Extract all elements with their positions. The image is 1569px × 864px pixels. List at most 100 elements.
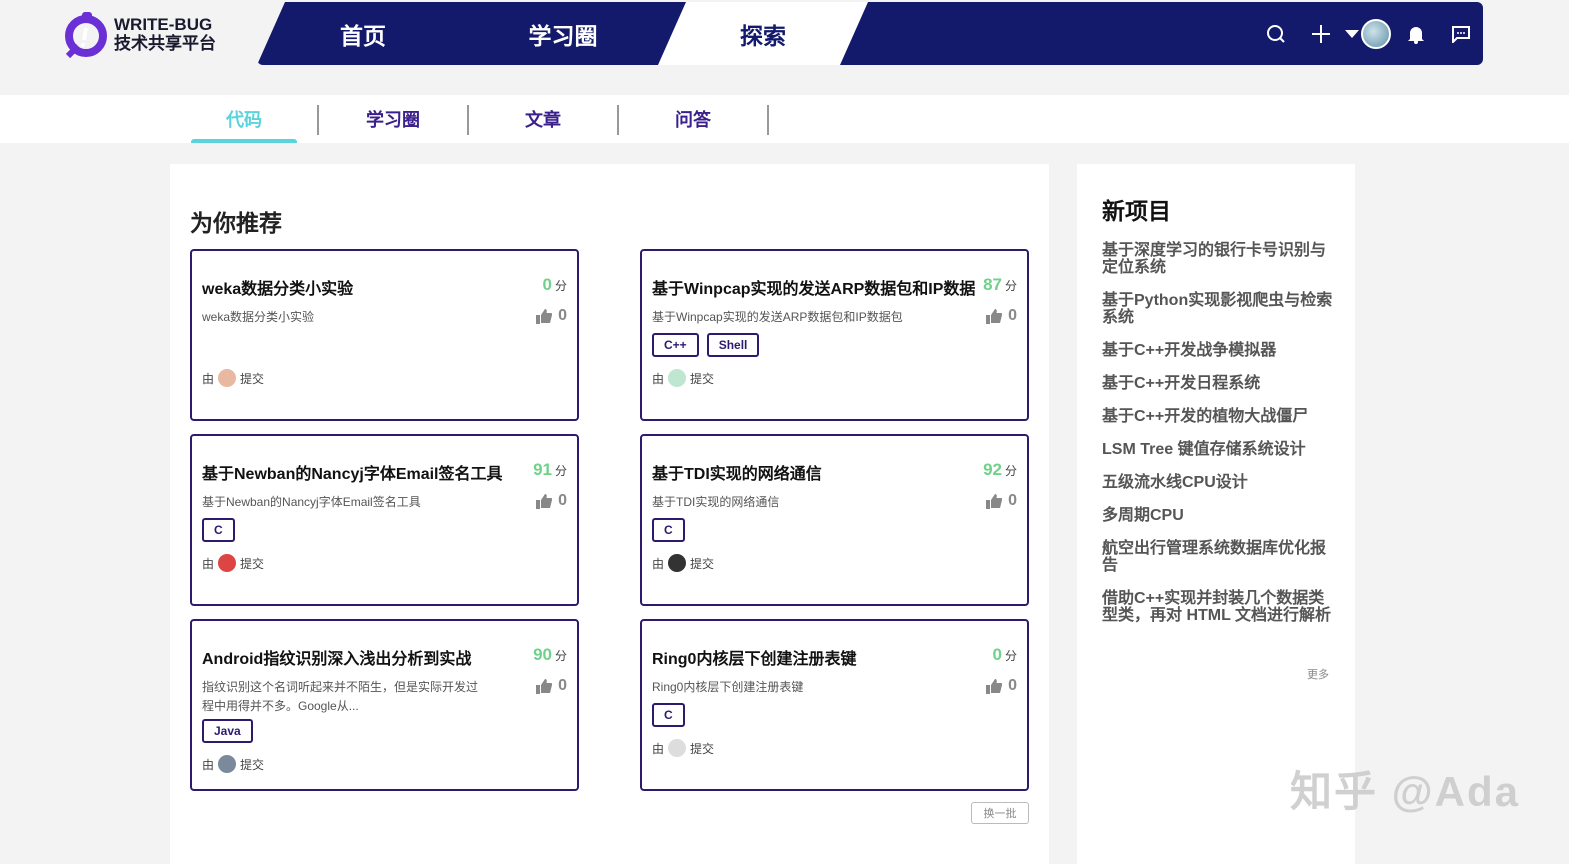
recommend-panel: 为你推荐 weka数据分类小实验 0分 weka数据分类小实验 0 由提交 基于W…: [170, 164, 1049, 864]
like-count: 0: [558, 492, 567, 509]
nav-home[interactable]: 首页: [258, 2, 468, 65]
avatar[interactable]: [218, 755, 237, 773]
like-count: 0: [558, 307, 567, 324]
logo-title: WRITE-BUG: [114, 15, 213, 34]
submit-label: 提交: [690, 371, 715, 386]
score: 92 分: [983, 460, 1017, 480]
submit-label: 提交: [240, 371, 265, 386]
refresh-button[interactable]: 换一批: [971, 802, 1029, 824]
score-value: 90: [533, 645, 552, 664]
bug-logo-icon: [62, 8, 108, 60]
score-unit: 分: [554, 279, 567, 293]
by-label: 由: [202, 757, 215, 772]
like-button[interactable]: 0: [986, 677, 1017, 695]
project-card[interactable]: 基于Winpcap实现的发送ARP数据包和IP数据 87 分 基于Winpcap实…: [640, 249, 1029, 421]
like-count: 0: [558, 677, 567, 694]
project-card[interactable]: Android指纹识别深入浅出分析到实战 90 分 指纹识别这个名词听起来并不陌生…: [190, 619, 579, 791]
score-unit: 分: [1004, 279, 1017, 293]
by-label: 由: [652, 741, 665, 756]
like-button[interactable]: 0: [986, 492, 1017, 510]
card-title[interactable]: weka数据分类小实验: [202, 275, 353, 299]
like-count: 0: [1008, 492, 1017, 509]
project-card[interactable]: weka数据分类小实验 0分 weka数据分类小实验 0 由提交: [190, 249, 579, 421]
submit-label: 提交: [690, 556, 715, 571]
by-label: 由: [652, 556, 665, 571]
new-project-link[interactable]: 借助C++实现并封装几个数据类型类，再对 HTML 文档进行解析: [1102, 590, 1337, 624]
thumbs-up-icon: [986, 493, 1003, 509]
thumbs-up-icon: [986, 678, 1003, 694]
avatar[interactable]: [668, 739, 687, 757]
avatar[interactable]: [668, 554, 687, 572]
message-icon[interactable]: [1438, 25, 1483, 43]
search-icon[interactable]: [1253, 24, 1298, 44]
like-button[interactable]: 0: [536, 307, 567, 325]
card-title[interactable]: 基于Newban的Nancyj字体Email签名工具: [202, 460, 503, 484]
tab-qa[interactable]: 问答: [640, 95, 746, 143]
avatar[interactable]: [668, 369, 687, 387]
card-title[interactable]: 基于TDI实现的网络通信: [652, 460, 822, 484]
caret-down-icon: [1345, 29, 1359, 38]
card-title[interactable]: 基于Winpcap实现的发送ARP数据包和IP数据: [652, 275, 975, 299]
tag-badge[interactable]: Shell: [706, 333, 760, 357]
nav-actions: [1253, 2, 1483, 65]
avatar: [1361, 18, 1391, 49]
project-card[interactable]: 基于Newban的Nancyj字体Email签名工具 91 分 基于Newban的…: [190, 434, 579, 606]
project-card[interactable]: 基于TDI实现的网络通信 92 分 基于TDI实现的网络通信 0 C 由 提交: [640, 434, 1029, 606]
like-button[interactable]: 0: [536, 677, 567, 695]
section-title: 为你推荐: [190, 210, 282, 236]
card-description: Ring0内核层下创建注册表键: [652, 680, 804, 694]
tag-badge[interactable]: C: [652, 703, 685, 727]
thumbs-up-icon: [536, 308, 553, 324]
score-value: 0: [542, 275, 552, 294]
tag-badge[interactable]: C: [652, 518, 685, 542]
tag-badge[interactable]: C++: [652, 333, 699, 357]
avatar[interactable]: [218, 554, 237, 572]
score-unit: 分: [554, 649, 567, 663]
avatar[interactable]: [218, 369, 237, 387]
plus-icon[interactable]: [1298, 24, 1343, 44]
tab-code[interactable]: 代码: [191, 95, 297, 143]
score-unit: 分: [1004, 464, 1017, 478]
new-project-link[interactable]: 五级流水线CPU设计: [1102, 474, 1337, 491]
divider: [767, 105, 769, 135]
like-button[interactable]: 0: [986, 307, 1017, 325]
submit-label: 提交: [690, 741, 715, 756]
score: 0分: [993, 645, 1017, 665]
new-project-link[interactable]: LSM Tree 键值存储系统设计: [1102, 441, 1337, 458]
score: 90 分: [533, 645, 567, 665]
new-project-link[interactable]: 基于深度学习的银行卡号识别与定位系统: [1102, 242, 1337, 276]
logo[interactable]: WRITE-BUG 技术共享平台: [62, 8, 216, 60]
new-project-link[interactable]: 基于C++开发日程系统: [1102, 375, 1337, 392]
thumbs-up-icon: [536, 678, 553, 694]
like-count: 0: [1008, 677, 1017, 694]
more-link[interactable]: 更多: [1307, 666, 1329, 682]
tag-badge[interactable]: C: [202, 518, 235, 542]
thumbs-up-icon: [536, 493, 553, 509]
thumbs-up-icon: [986, 308, 1003, 324]
like-button[interactable]: 0: [536, 492, 567, 510]
watermark: 知乎 @Ada: [1290, 768, 1520, 815]
card-description: 指纹识别这个名词听起来并不陌生，但是实际开发过程中用得并不多。Google从..…: [202, 680, 479, 713]
card-title[interactable]: Android指纹识别深入浅出分析到实战: [202, 645, 471, 669]
new-project-link[interactable]: 基于C++开发战争模拟器: [1102, 342, 1337, 359]
user-menu[interactable]: [1343, 18, 1393, 49]
divider: [617, 105, 619, 135]
new-project-link[interactable]: 基于C++开发的植物大战僵尸: [1102, 408, 1337, 425]
nav-explore[interactable]: 探索: [658, 2, 868, 65]
tag-badge[interactable]: Java: [202, 719, 253, 743]
card-title[interactable]: Ring0内核层下创建注册表键: [652, 645, 856, 669]
project-card[interactable]: Ring0内核层下创建注册表键 0分 Ring0内核层下创建注册表键 0 C 由…: [640, 619, 1029, 791]
score-value: 92: [983, 460, 1002, 479]
by-label: 由: [202, 371, 215, 386]
submit-label: 提交: [240, 556, 265, 571]
tab-articles[interactable]: 文章: [490, 95, 596, 143]
tab-study-circle[interactable]: 学习圈: [340, 95, 446, 143]
by-label: 由: [652, 371, 665, 386]
card-description: weka数据分类小实验: [202, 310, 315, 324]
nav-study-circle[interactable]: 学习圈: [458, 2, 668, 65]
new-project-link[interactable]: 航空出行管理系统数据库优化报告: [1102, 540, 1337, 574]
new-project-link[interactable]: 基于Python实现影视爬虫与检索系统: [1102, 292, 1337, 326]
new-project-link[interactable]: 多周期CPU: [1102, 507, 1337, 524]
bell-icon[interactable]: [1393, 24, 1438, 44]
score: 87 分: [983, 275, 1017, 295]
